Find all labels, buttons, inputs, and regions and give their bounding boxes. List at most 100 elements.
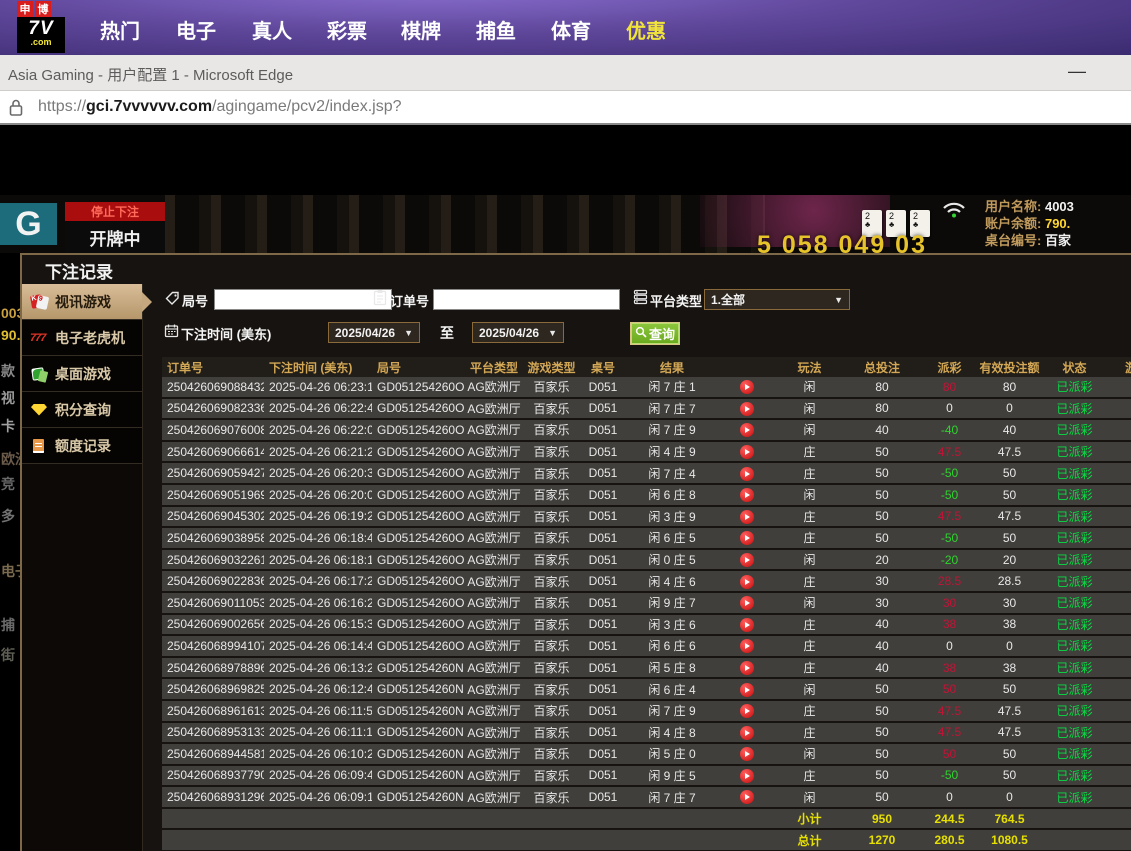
nav-item[interactable]: 棋牌 — [401, 15, 441, 44]
nav-item[interactable]: 捕鱼 — [476, 15, 516, 44]
cell-game-type: 百家乐 — [524, 702, 579, 719]
nav-item[interactable]: 真人 — [252, 15, 292, 44]
play-icon[interactable] — [740, 618, 754, 632]
play-icon[interactable] — [740, 747, 754, 761]
sidebar-item[interactable]: 桌面游戏 — [22, 356, 142, 392]
cell-game-type: 百家乐 — [524, 551, 579, 568]
cell-replay — [717, 790, 777, 805]
table-row: 2504260689531332025-04-26 06:11:12GD0512… — [162, 723, 1131, 745]
play-icon[interactable] — [740, 639, 754, 653]
cell-replay — [717, 703, 777, 718]
cell-order-no: 250426069051969 — [162, 488, 264, 502]
cell-game-type: 百家乐 — [524, 659, 579, 676]
cell-table-no: D051 — [579, 661, 627, 675]
dice-icon — [30, 365, 48, 383]
url-text[interactable]: https://gci.7vvvvvv.com/agingame/pcv2/in… — [38, 98, 402, 116]
cell-game-type: 百家乐 — [524, 681, 579, 698]
play-icon[interactable] — [740, 510, 754, 524]
cell-table-no: D051 — [579, 574, 627, 588]
lock-icon[interactable] — [8, 98, 24, 123]
play-icon[interactable] — [740, 704, 754, 718]
table-row: 2504260689377902025-04-26 06:09:46GD0512… — [162, 766, 1131, 788]
stop-betting-banner: 停止下注 — [65, 202, 165, 221]
cell-total-bet: 50 — [842, 747, 922, 761]
play-icon[interactable] — [740, 402, 754, 416]
cell-result: 闲 4 庄 6 — [627, 573, 717, 590]
site-logo[interactable]: 申 博 7V .com — [17, 1, 67, 54]
cell-table-no: D051 — [579, 596, 627, 610]
play-icon[interactable] — [740, 596, 754, 610]
cell-order-no: 250426069066614 — [162, 445, 264, 459]
cell-table-no: D051 — [579, 531, 627, 545]
play-icon[interactable] — [740, 488, 754, 502]
cell-total-bet: 80 — [842, 380, 922, 394]
cell-bet-time: 2025-04-26 06:22:41 — [264, 401, 372, 415]
cell-round-no: GD051254260O1 — [372, 617, 464, 631]
date-from-select[interactable]: 2025/04/26▼ — [328, 322, 420, 343]
cell-result: 闲 9 庄 7 — [627, 594, 717, 611]
cell-order-no: 250426068961613 — [162, 704, 264, 718]
cell-round-no: GD051254260NY — [372, 661, 464, 675]
round-no-input[interactable] — [214, 289, 392, 310]
platform-type-select[interactable]: 1.全部▼ — [704, 289, 850, 310]
logo-badge-2: 博 — [35, 1, 51, 17]
address-bar[interactable]: https://gci.7vvvvvv.com/agingame/pcv2/in… — [0, 91, 1131, 125]
cell-platform: AG欧洲厅 — [464, 465, 524, 482]
cell-valid-bet: 30 — [977, 596, 1042, 610]
sidebar-item[interactable]: 视讯游戏 — [22, 284, 142, 320]
play-icon[interactable] — [740, 531, 754, 545]
play-icon[interactable] — [740, 661, 754, 675]
cell-bet-time: 2025-04-26 06:22:07 — [264, 423, 372, 437]
nav-item[interactable]: 彩票 — [327, 15, 367, 44]
minimize-button[interactable]: — — [1068, 61, 1086, 82]
column-header: 局号 — [372, 359, 464, 376]
cell-platform: AG欧洲厅 — [464, 486, 524, 503]
cell-total-bet: 50 — [842, 466, 922, 480]
nav-item[interactable]: 电子 — [176, 15, 216, 44]
cell-replay — [717, 746, 777, 761]
cell-platform: AG欧洲厅 — [464, 767, 524, 784]
sidebar-item[interactable]: 777电子老虎机 — [22, 320, 142, 356]
cell-platform: AG欧洲厅 — [464, 573, 524, 590]
play-icon[interactable] — [740, 380, 754, 394]
column-header: 游戏类型 — [524, 359, 579, 376]
cell-play-mode: 庄 — [777, 702, 842, 719]
table-header-row: 订单号下注时间 (美东)局号平台类型游戏类型桌号结果玩法总投注派彩有效投注额状态… — [162, 357, 1131, 377]
subtotal-row: 小计950244.5764.5 — [162, 809, 1131, 831]
play-icon[interactable] — [740, 423, 754, 437]
cell-order-no: 250426068944581 — [162, 747, 264, 761]
date-to-select[interactable]: 2025/04/26▼ — [472, 322, 564, 343]
nav-item[interactable]: 优惠 — [626, 15, 666, 44]
cell-table-no: D051 — [579, 682, 627, 696]
table-row: 2504260690884322025-04-26 06:23:16GD0512… — [162, 377, 1131, 399]
play-icon[interactable] — [740, 683, 754, 697]
cell-payout: 50 — [922, 747, 977, 761]
play-icon[interactable] — [740, 575, 754, 589]
cell-payout: 38 — [922, 617, 977, 631]
background-fragment: 卡 — [1, 416, 15, 436]
modal-sidebar: 视讯游戏777电子老虎机桌面游戏积分查询额度记录 — [22, 284, 143, 851]
cell-platform: AG欧洲厅 — [464, 616, 524, 633]
search-button[interactable]: 查询 — [630, 322, 680, 345]
document-icon — [30, 437, 48, 455]
play-icon[interactable] — [740, 726, 754, 740]
play-icon[interactable] — [740, 790, 754, 804]
cell-table-no: D051 — [579, 445, 627, 459]
play-icon[interactable] — [740, 769, 754, 783]
cell-platform: AG欧洲厅 — [464, 637, 524, 654]
order-no-input[interactable] — [433, 289, 620, 310]
cell-platform: AG欧洲厅 — [464, 508, 524, 525]
tag-icon — [165, 291, 180, 311]
sidebar-item[interactable]: 额度记录 — [22, 428, 142, 464]
cell-valid-bet: 50 — [977, 768, 1042, 782]
play-icon[interactable] — [740, 445, 754, 459]
nav-item[interactable]: 体育 — [551, 15, 591, 44]
sidebar-item[interactable]: 积分查询 — [22, 392, 142, 428]
nav-item[interactable]: 热门 — [100, 15, 140, 44]
play-icon[interactable] — [740, 467, 754, 481]
cell-round-no: GD051254260O3 — [372, 574, 464, 588]
cell-platform: AG欧洲厅 — [464, 681, 524, 698]
total-label: 总计 — [777, 832, 842, 849]
window-titlebar: Asia Gaming - 用户配置 1 - Microsoft Edge — — [0, 55, 1131, 91]
play-icon[interactable] — [740, 553, 754, 567]
